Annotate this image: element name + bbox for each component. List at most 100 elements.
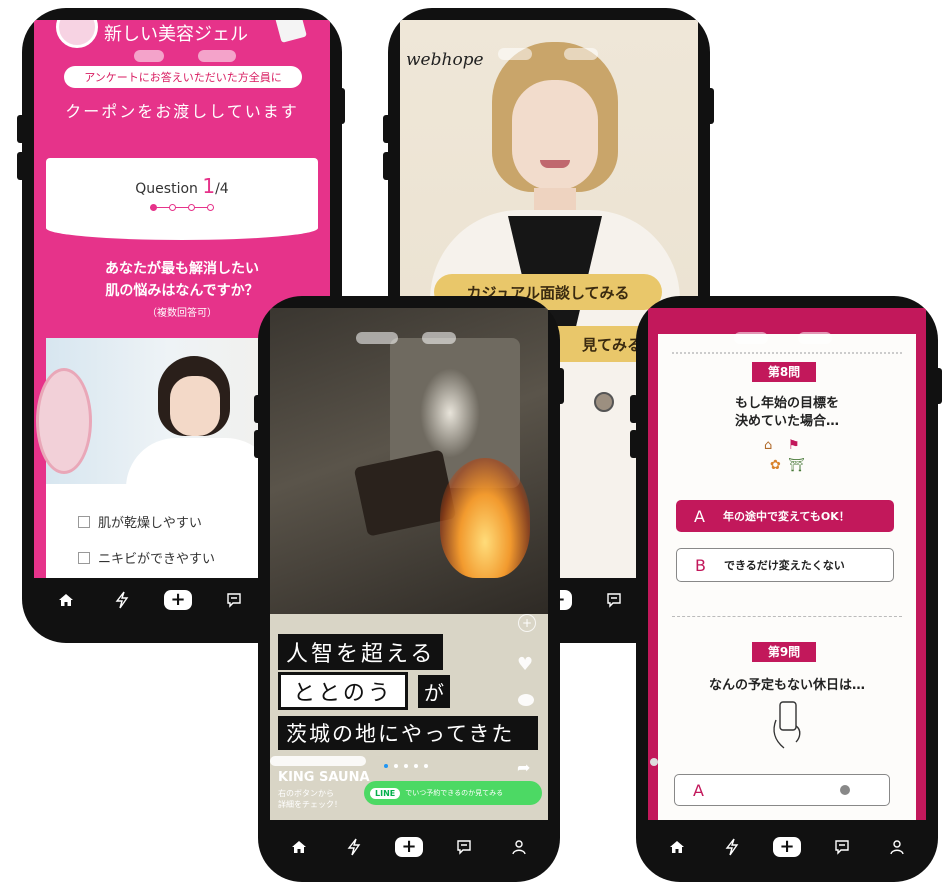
sauna-screen: 人智を超える ととのう が 茨城の地にやってきた + ♥ ➦ KING SAUN…	[270, 308, 548, 820]
question-card: Question 1/4	[46, 158, 318, 224]
option-letter: A	[694, 506, 705, 526]
pager-dot	[424, 764, 428, 768]
notch-pill	[734, 332, 768, 344]
pager-dot	[404, 764, 408, 768]
lightning-icon[interactable]	[340, 833, 368, 861]
face	[170, 376, 220, 436]
option-acne[interactable]: ニキビができやすい	[78, 548, 215, 567]
q8-line1: もし年始の目標を	[734, 396, 839, 411]
progress-dot	[188, 204, 195, 211]
logo: webhope	[406, 50, 484, 70]
phone-hand-icon	[770, 700, 806, 754]
question-label: Question	[135, 181, 198, 197]
headline-line2: ととのう が	[278, 672, 450, 710]
heart-icon[interactable]: ♥	[517, 654, 533, 675]
scroll-dot	[650, 758, 658, 766]
option-label: ニキビができやすい	[98, 552, 216, 567]
question-counter: Question 1/4	[46, 174, 318, 198]
quiz-content: 第8問 もし年始の目標を 決めていた場合… ⌂ ⚑ ✿ ⛩ A 年の途中で変えて…	[658, 334, 916, 820]
line-reserve-button[interactable]: LINE でいつ予約できるのか見てみる	[364, 781, 542, 805]
home-icon[interactable]	[52, 586, 80, 614]
q8-option-b[interactable]: B できるだけ変えたくない	[676, 548, 894, 582]
smoke	[420, 368, 480, 458]
comment-icon[interactable]	[600, 586, 628, 614]
comment-icon[interactable]	[220, 586, 248, 614]
product-image	[275, 20, 307, 43]
notch-pill	[356, 332, 398, 344]
pager-dot	[414, 764, 418, 768]
progress-dots	[150, 204, 214, 212]
headline-line3: 茨城の地にやってきた	[278, 716, 538, 750]
coupon-pill-text: アンケートにお答えいただいた方全員に	[84, 71, 282, 84]
comment-icon[interactable]	[450, 833, 478, 861]
progress-dot-active	[150, 204, 157, 211]
pager-dot-active	[384, 764, 388, 768]
illustration-house-icon: ⌂	[764, 438, 773, 453]
option-text: できるだけ変えたくない	[723, 559, 845, 572]
share-arrow-icon[interactable]: ➦	[517, 758, 530, 777]
question-current: 1	[202, 174, 216, 198]
comment-bubble-icon[interactable]	[518, 694, 534, 706]
notch-pill	[564, 48, 598, 60]
person-face	[512, 80, 598, 190]
plus-icon: +	[772, 837, 801, 857]
plus-circle-icon[interactable]: +	[518, 614, 536, 632]
dashed-divider	[672, 616, 902, 617]
question-total: /4	[215, 181, 229, 197]
notch-pill	[422, 332, 456, 344]
watch	[594, 392, 614, 412]
q9-text: なんの予定もない休日は…	[708, 678, 865, 693]
card-curve	[46, 216, 318, 240]
profile-icon[interactable]	[883, 833, 911, 861]
progress-dot	[169, 204, 176, 211]
lightning-icon[interactable]	[718, 833, 746, 861]
illustration-shrine-icon: ⛩	[788, 458, 805, 473]
brand-name: KING SAUNA	[278, 770, 370, 785]
option-dot	[839, 785, 850, 795]
checkbox[interactable]	[78, 515, 90, 528]
home-icon[interactable]	[285, 833, 313, 861]
pager-dot	[394, 764, 398, 768]
illustration-flower-icon: ✿	[770, 458, 781, 473]
option-text: 年の途中で変えてもOK！	[722, 510, 850, 523]
person-mouth	[540, 160, 570, 168]
fire-photo	[270, 308, 548, 614]
dotted-divider	[672, 352, 902, 354]
headline-line1: 人智を超える	[278, 634, 444, 670]
line-reserve-text: でいつ予約できるのか見てみる	[405, 789, 504, 797]
q8-option-a[interactable]: A 年の途中で変えてもOK！	[676, 500, 894, 532]
option-letter: A	[693, 780, 704, 800]
notch-pill	[134, 50, 164, 62]
quiz-screen: 第8問 もし年始の目標を 決めていた場合… ⌂ ⚑ ✿ ⛩ A 年の途中で変えて…	[648, 308, 926, 820]
lightning-icon[interactable]	[108, 586, 136, 614]
checkbox[interactable]	[78, 551, 90, 564]
q9-option-a[interactable]: A	[674, 774, 890, 806]
caption-line2: 詳細をチェック！	[278, 800, 342, 809]
banner: 新しい美容ジェル	[34, 20, 330, 48]
plus-icon: +	[394, 837, 423, 857]
phone-quiz: 第8問 もし年始の目標を 決めていた場合… ⌂ ⚑ ✿ ⛩ A 年の途中で変えて…	[636, 296, 938, 882]
comment-icon[interactable]	[828, 833, 856, 861]
plus-button[interactable]: +	[772, 833, 801, 861]
caption-line1: 右のボタンから	[278, 789, 334, 798]
notch-pill	[498, 48, 532, 60]
plus-button[interactable]: +	[164, 586, 192, 614]
coupon-text: クーポンをお渡ししています	[65, 102, 299, 121]
option-dry-skin[interactable]: 肌が乾燥しやすい	[78, 512, 202, 531]
line-badge: LINE	[370, 787, 401, 799]
notch-pill	[798, 332, 832, 344]
progress-dot	[207, 204, 214, 211]
plus-button[interactable]: +	[394, 833, 423, 861]
phone-sauna: 人智を超える ととのう が 茨城の地にやってきた + ♥ ➦ KING SAUN…	[258, 296, 560, 882]
q9-badge: 第9問	[752, 642, 816, 662]
q8-badge: 第8問	[752, 362, 816, 382]
question-title-2: 肌の悩みはなんですか？	[105, 283, 259, 299]
view-label: 見てみる	[581, 335, 642, 354]
bottom-nav: +	[258, 832, 560, 862]
q8-line2: 決めていた場合…	[734, 414, 839, 429]
flame	[440, 458, 530, 578]
profile-icon[interactable]	[505, 833, 533, 861]
home-icon[interactable]	[663, 833, 691, 861]
headline-box: ととのう	[278, 672, 408, 710]
illustration-flag-icon: ⚑	[788, 438, 800, 453]
